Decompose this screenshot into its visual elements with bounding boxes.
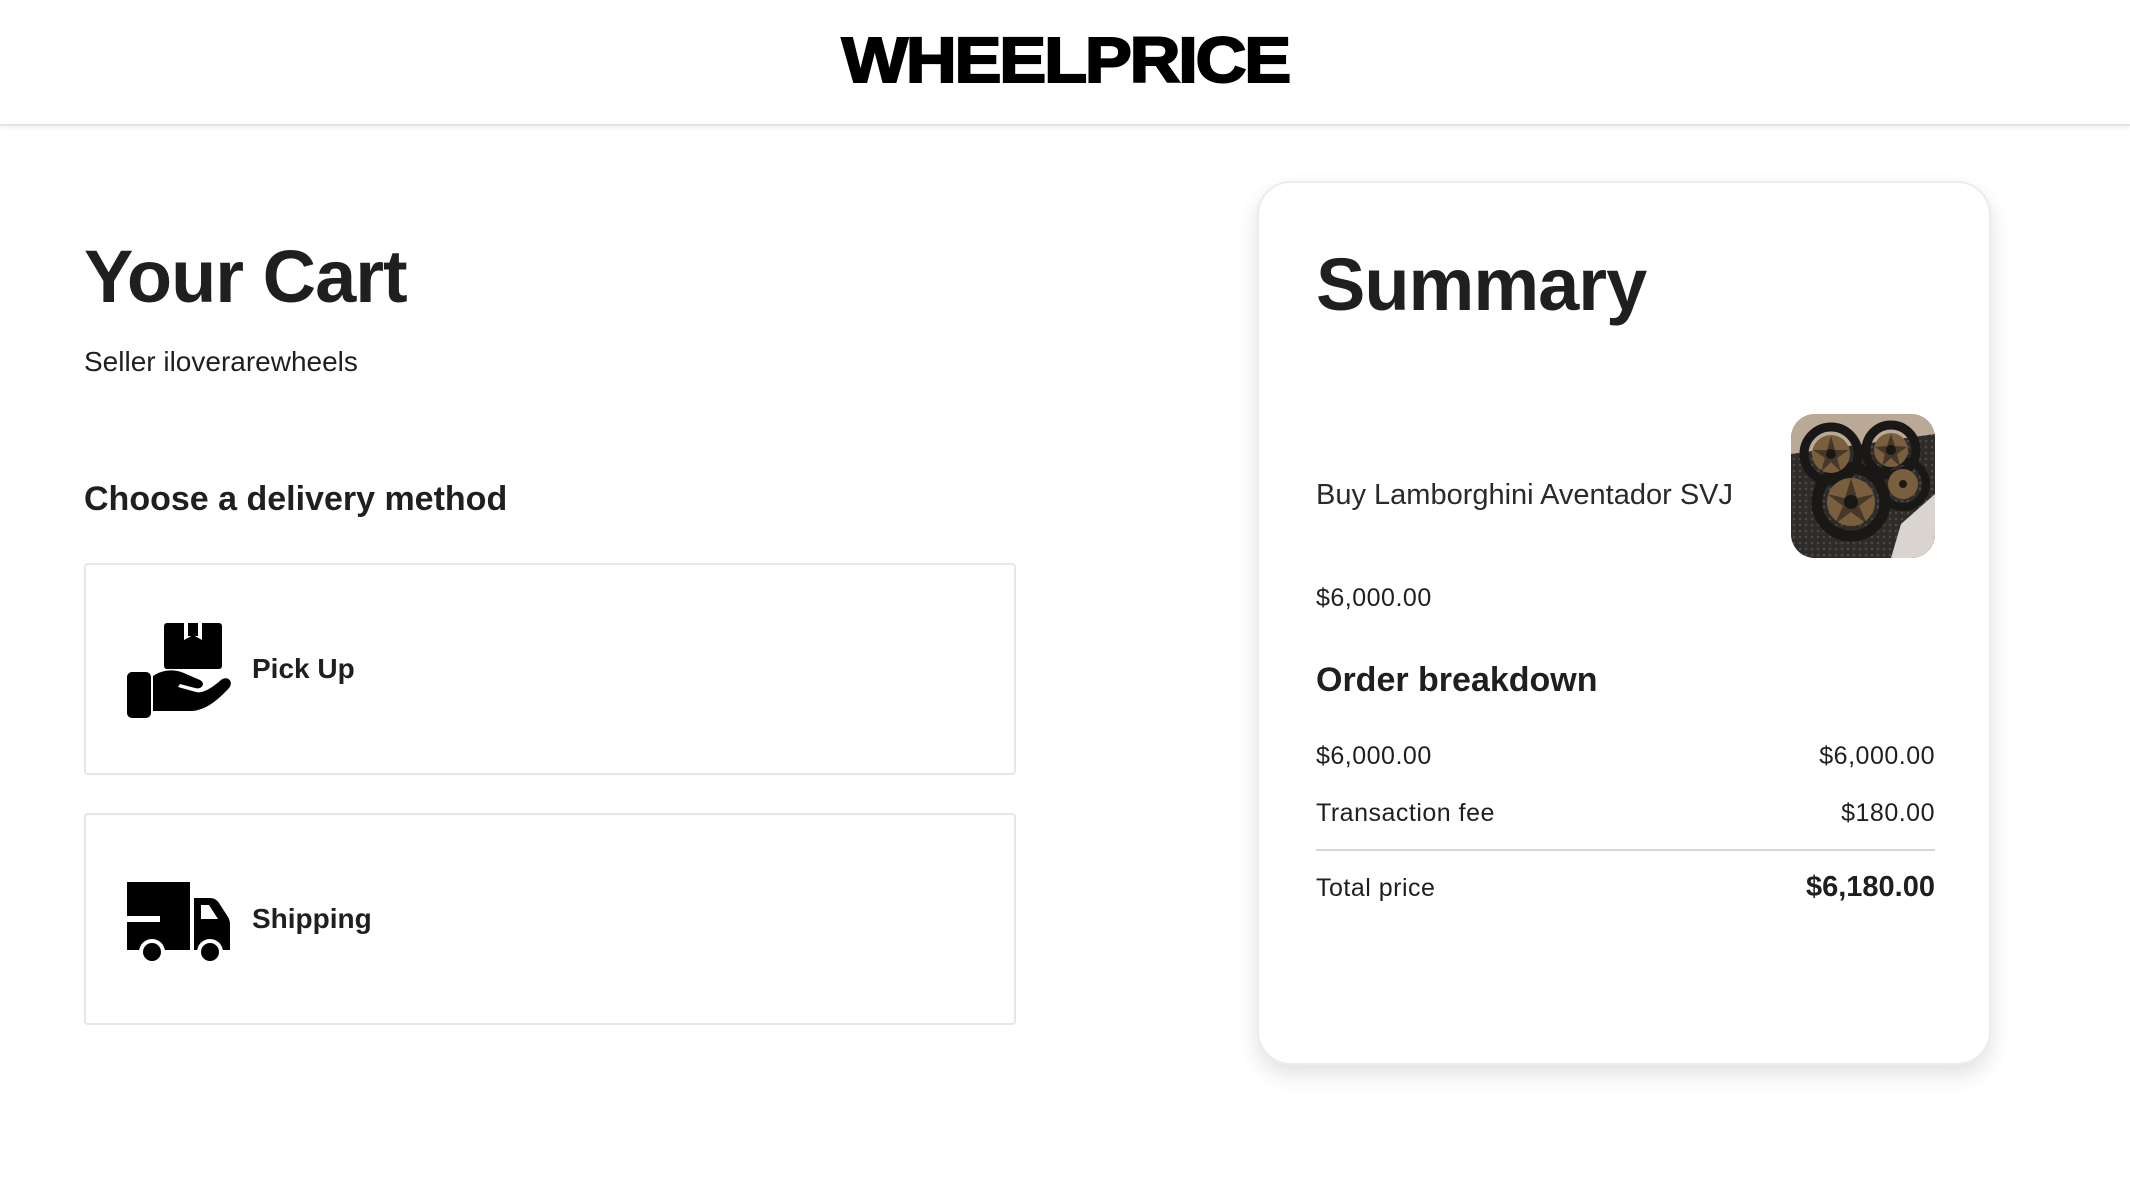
breakdown-item-value: $6,000.00 [1819, 742, 1935, 770]
delivery-truck-icon [122, 864, 232, 974]
product-name: Buy Lamborghini Aventador SVJ [1316, 479, 1734, 511]
breakdown-row-transaction-fee: Transaction fee $180.00 [1316, 799, 1935, 828]
transaction-fee-value: $180.00 [1841, 799, 1935, 827]
breakdown-item-label: $6,000.00 [1316, 742, 1432, 770]
delivery-option-shipping[interactable]: Shipping [84, 813, 1016, 1025]
delivery-option-pickup[interactable]: Pick Up [84, 563, 1016, 775]
breakdown-divider [1316, 849, 1935, 851]
page-title: Your Cart [84, 235, 408, 318]
product-image [1791, 414, 1935, 558]
pickup-label: Pick Up [252, 653, 355, 684]
seller-name: Seller iloverarewheels [84, 346, 358, 377]
total-price-label: Total price [1316, 874, 1436, 902]
order-summary-card: Summary Buy Lamborghini Aventador SVJ $6… [1257, 181, 1991, 1065]
wheelprice-logo[interactable]: WHEELPRICE [840, 27, 1292, 93]
order-breakdown-heading: Order breakdown [1316, 661, 1598, 699]
transaction-fee-label: Transaction fee [1316, 799, 1495, 827]
shipping-label: Shipping [252, 903, 372, 934]
breakdown-row-total: Total price $6,180.00 [1316, 871, 1935, 904]
summary-title: Summary [1316, 243, 1647, 326]
site-header: WHEELPRICE [0, 0, 2130, 126]
delivery-method-heading: Choose a delivery method [84, 480, 508, 518]
breakdown-row-item: $6,000.00 $6,000.00 [1316, 742, 1935, 771]
total-price-value: $6,180.00 [1805, 871, 1935, 903]
hand-holding-box-icon [122, 614, 232, 724]
product-price: $6,000.00 [1316, 584, 1432, 612]
